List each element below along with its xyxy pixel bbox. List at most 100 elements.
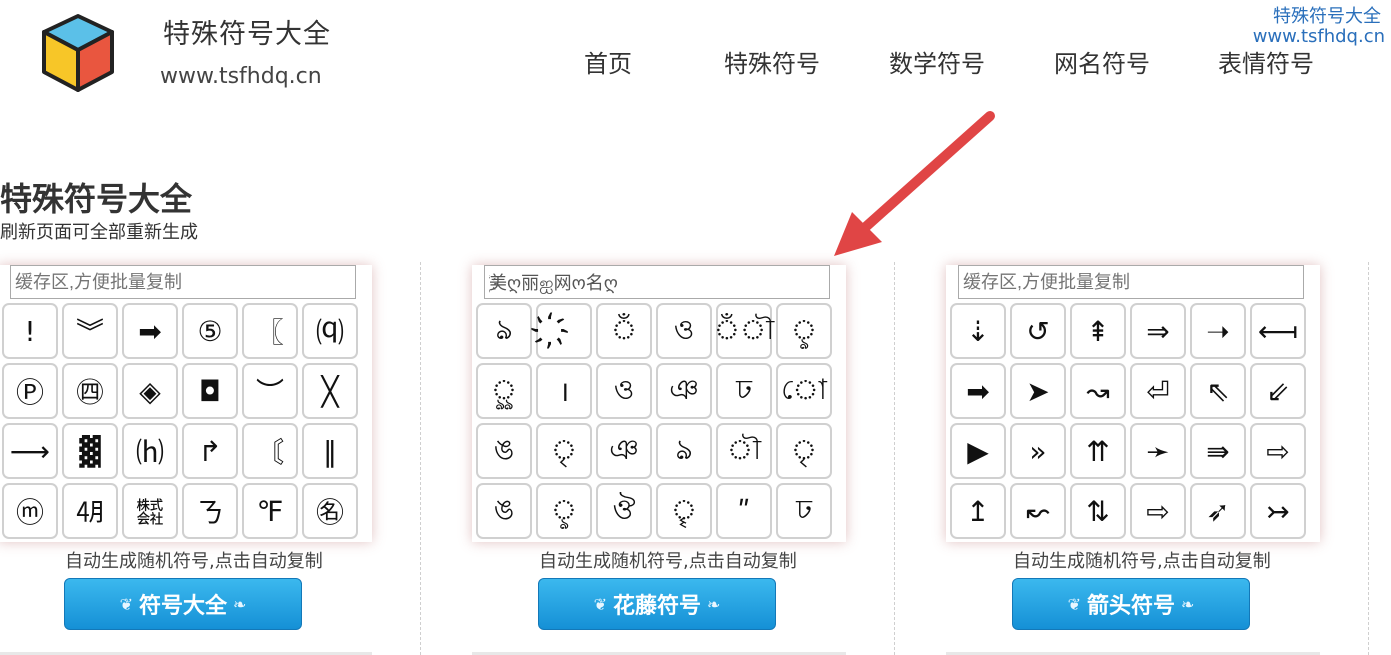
symbol-cell[interactable]: ↱	[182, 423, 238, 479]
symbol-cell[interactable]: ↥	[950, 483, 1006, 539]
symbol-cell[interactable]: ৃ	[536, 423, 592, 479]
symbol-cell[interactable]: ও	[656, 303, 712, 359]
nav-home[interactable]: 首页	[584, 44, 632, 79]
symbol-cell[interactable]: ㋃	[62, 483, 118, 539]
symbol-cell[interactable]: ⇣	[950, 303, 1006, 359]
symbol-cell[interactable]: ৃ	[776, 423, 832, 479]
symbol-cell[interactable]: ︾	[62, 303, 118, 359]
symbol-cell[interactable]: ো	[776, 363, 832, 419]
symbol-cell[interactable]: ⇅	[1070, 483, 1126, 539]
symbol-cell[interactable]: ঢ	[776, 483, 832, 539]
symbol-cell[interactable]: ⇨	[1250, 423, 1306, 479]
symbol-cell[interactable]: !	[2, 303, 58, 359]
symbol-cell[interactable]: ⑤	[182, 303, 238, 359]
symbol-cell[interactable]: ।	[536, 363, 592, 419]
symbol-cell[interactable]: ▶	[950, 423, 1006, 479]
symbol-cell[interactable]: ➤	[1010, 363, 1066, 419]
symbol-cell[interactable]: Ⓟ	[2, 363, 58, 419]
symbol-cell[interactable]: ㊔	[302, 483, 358, 539]
symbol-cell[interactable]: ঙ	[476, 423, 532, 479]
symbol-cell[interactable]: ৢ	[536, 483, 592, 539]
nav-nickname-symbols[interactable]: 网名符号	[1054, 44, 1150, 79]
symbol-cell[interactable]: 〖	[242, 303, 298, 359]
symbol-cell[interactable]: ⒣	[122, 423, 178, 479]
symbol-cell[interactable]: ⟻	[1250, 303, 1306, 359]
symbol-cell[interactable]: ‖	[302, 423, 358, 479]
vine-symbols-button[interactable]: ❦ 花藤符号 ❧	[538, 578, 776, 630]
symbol-cell[interactable]: ⇙	[1250, 363, 1306, 419]
symbol-cell[interactable]: ঙ	[476, 483, 532, 539]
symbol-cell[interactable]: ঁ	[596, 303, 652, 359]
symbol-cell[interactable]: ৄ	[656, 483, 712, 539]
nav-special-symbols[interactable]: 特殊符号	[724, 44, 820, 79]
symbol-cell[interactable]: ➡	[950, 363, 1006, 419]
symbol-cell[interactable]: ⇖	[1190, 363, 1246, 419]
symbol-cell[interactable]: ➝	[1190, 303, 1246, 359]
symbol-cell[interactable]: ︶	[242, 363, 298, 419]
flourish-icon: ❦	[1067, 594, 1081, 614]
symbol-cell[interactable]: ⟶	[2, 423, 58, 479]
symbol-cell[interactable]: ㄋ	[182, 483, 238, 539]
page-title: 特殊符号大全	[0, 180, 193, 218]
site-url: www.tsfhdq.cn	[160, 64, 322, 89]
symbol-cell[interactable]: ঁৗ	[714, 303, 774, 359]
symbol-cell[interactable]: ⇞	[1070, 303, 1126, 359]
symbol-cell[interactable]: ⇨	[1130, 483, 1186, 539]
symbol-cell[interactable]: ➶	[1190, 483, 1246, 539]
symbol-cell[interactable]: ঞ	[656, 363, 712, 419]
symbol-cell[interactable]: ঔ	[596, 483, 652, 539]
symbol-cell[interactable]: ৗ	[716, 423, 772, 479]
symbol-cell[interactable]: ⒬	[302, 303, 358, 359]
symbol-cell[interactable]: ➡	[122, 303, 178, 359]
symbol-cell[interactable]: ㍿	[122, 483, 178, 539]
column-divider	[1368, 262, 1369, 655]
column-divider	[894, 262, 895, 655]
symbol-cell[interactable]: ʺ	[716, 483, 772, 539]
symbol-cell[interactable]: ↜	[1010, 483, 1066, 539]
symbol-cell[interactable]: ৣ	[476, 363, 532, 419]
symbol-cell[interactable]: ঞ	[596, 423, 652, 479]
grid-hint: 自动生成随机符号,点击自动复制	[1013, 551, 1271, 572]
symbol-cell[interactable]: ঢ	[716, 363, 772, 419]
symbol-cell[interactable]: ঌ	[656, 423, 712, 479]
symbol-collection-button[interactable]: ❦ 符号大全 ❧	[64, 578, 302, 630]
symbol-cell[interactable]: ➛	[1130, 423, 1186, 479]
symbol-cell[interactable]: »	[1010, 423, 1066, 479]
symbol-cell[interactable]: ▓	[62, 423, 118, 479]
symbol-cell[interactable]: ৢ	[776, 303, 832, 359]
symbol-cell[interactable]: ⇈	[1070, 423, 1126, 479]
symbol-cell[interactable]: ঌ	[476, 303, 532, 359]
nav-math-symbols[interactable]: 数学符号	[889, 44, 985, 79]
symbol-cell[interactable]: ҉	[536, 303, 592, 359]
column-divider	[420, 262, 421, 655]
watermark-title: 特殊符号大全	[1273, 6, 1381, 27]
symbol-cell[interactable]: ◘	[182, 363, 238, 419]
symbol-cell[interactable]: ⇛	[1190, 423, 1246, 479]
buffer-input[interactable]	[958, 265, 1304, 299]
button-label: 符号大全	[138, 594, 227, 619]
symbol-cell[interactable]: ◈	[122, 363, 178, 419]
buffer-input[interactable]	[10, 265, 356, 299]
page-subtitle: 刷新页面可全部重新生成	[0, 222, 198, 243]
symbol-cell[interactable]: ⏎	[1130, 363, 1186, 419]
arrow-symbols-button[interactable]: ❦ 箭头符号 ❧	[1012, 578, 1250, 630]
flourish-icon: ❦	[119, 594, 133, 614]
symbol-cell[interactable]: ↣	[1250, 483, 1306, 539]
symbol-cell[interactable]: ও	[596, 363, 652, 419]
symbol-cell[interactable]: ㊃	[62, 363, 118, 419]
annotation-arrow-icon	[834, 111, 995, 256]
symbol-cell[interactable]: ╳	[302, 363, 358, 419]
symbol-cell[interactable]: ⇒	[1130, 303, 1186, 359]
nav-emoji-symbols[interactable]: 表情符号	[1218, 44, 1314, 79]
symbol-cell[interactable]: ↺	[1010, 303, 1066, 359]
symbol-panel-vine: ঌ҉ঁওঁৗৢৣ।ওঞঢোঙৃঞঌৗৃঙৢঔৄʺঢ	[472, 265, 846, 542]
symbol-cell[interactable]: 〘	[242, 423, 298, 479]
flourish-icon: ❦	[593, 594, 607, 614]
logo-cube-icon	[42, 14, 114, 92]
buffer-input[interactable]	[484, 265, 830, 299]
flourish-icon: ❧	[707, 594, 721, 614]
symbol-grid: ⇣ ↺ ⇞ ⇒ ➝ ⟻ ➡ ➤ ↝ ⏎ ⇖ ⇙ ▶» ⇈ ➛ ⇛ ⇨ ↥ ↜ ⇅ ⇨ ➶ ↣	[950, 303, 1308, 539]
symbol-cell[interactable]: ⓜ	[2, 483, 58, 539]
symbol-cell[interactable]: ℉	[242, 483, 298, 539]
symbol-cell[interactable]: ↝	[1070, 363, 1126, 419]
